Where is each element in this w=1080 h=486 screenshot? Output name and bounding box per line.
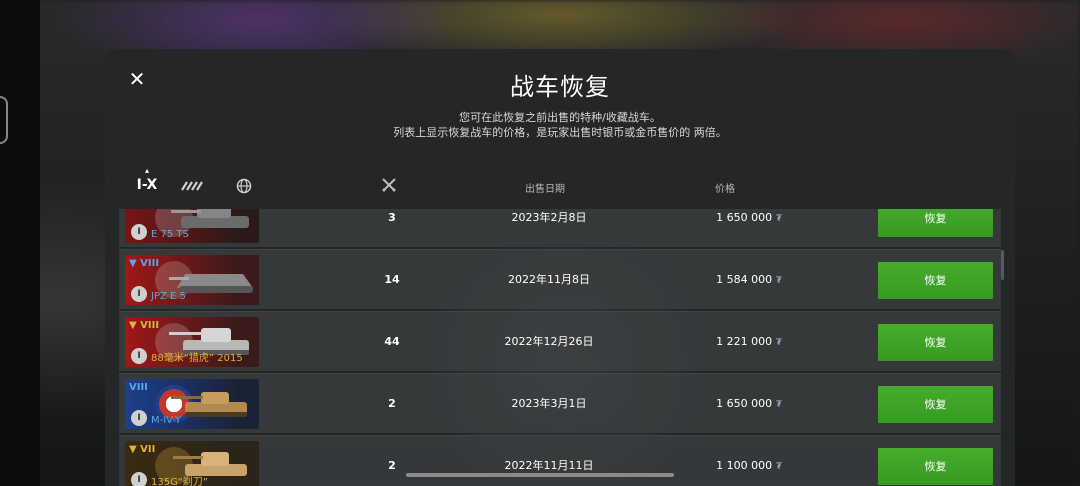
restore-button[interactable]: 恢复 <box>878 209 993 237</box>
mastery-badge: I <box>131 348 147 364</box>
silver-coin-icon: ₮ <box>776 214 782 224</box>
restore-price: 1 650 000 ₮ <box>679 374 819 434</box>
mastery-badge: I <box>131 224 147 240</box>
globe-icon[interactable] <box>233 178 255 194</box>
crossed-swords-icon[interactable] <box>381 177 397 193</box>
battles-count: 3 <box>388 211 396 224</box>
list-item: ▼ VIII I JPZ E 5 14 2022年11月8日 1 584 000… <box>119 249 1001 309</box>
tank-card[interactable]: I E 75 TS <box>125 209 259 243</box>
tank-tier: VIII <box>129 382 148 393</box>
tier-filter-label: I-X <box>136 177 158 193</box>
tank-name: E 75 TS <box>151 229 189 240</box>
silver-coin-icon: ₮ <box>776 276 782 286</box>
vehicle-type-icon[interactable] <box>181 178 203 194</box>
list-item: VIII I M-IV-Y 2 2023年3月1日 1 650 000 ₮ 恢复 <box>119 373 1001 433</box>
price-value: 1 221 000 <box>716 335 773 348</box>
description-line-2: 列表上显示恢复战车的价格，是玩家出售时银币或金币售价的 两倍。 <box>393 126 727 139</box>
sale-date: 2023年2月8日 <box>511 211 587 224</box>
column-header-sale-date[interactable]: 出售日期 <box>525 180 565 195</box>
restore-price: 1 100 000 ₮ <box>679 436 819 486</box>
sale-date: 2022年11月11日 <box>504 459 594 472</box>
battles-count: 2 <box>388 459 396 472</box>
tank-card[interactable]: ▼ VIII I JPZ E 5 <box>125 255 259 305</box>
battles-count: 2 <box>388 397 396 410</box>
sale-date: 2022年11月8日 <box>508 273 590 286</box>
restore-price: 1 650 000 ₮ <box>679 209 819 248</box>
mastery-badge: I <box>131 286 147 302</box>
restore-button[interactable]: 恢复 <box>878 448 993 485</box>
tank-tier: ▼ VIII <box>129 320 160 331</box>
tank-name: JPZ E 5 <box>151 291 186 302</box>
silver-coin-icon: ₮ <box>776 462 782 472</box>
tank-list[interactable]: I E 75 TS 3 2023年2月8日 1 650 000 ₮ 恢复 ▼ VI… <box>119 209 1001 486</box>
price-value: 1 650 000 <box>716 211 773 224</box>
list-item: I E 75 TS 3 2023年2月8日 1 650 000 ₮ 恢复 <box>119 209 1001 247</box>
price-value: 1 650 000 <box>716 397 773 410</box>
column-header-price[interactable]: 价格 <box>715 180 735 195</box>
left-edge-strip <box>0 0 40 486</box>
sale-date: 2022年12月26日 <box>504 335 594 348</box>
description-line-1: 您可在此恢复之前出售的特种/收藏战车。 <box>459 111 661 124</box>
restore-button[interactable]: 恢复 <box>878 386 993 423</box>
dialog-title: 战车恢复 <box>510 73 610 101</box>
tank-name: 135G“剃刀” <box>151 477 208 486</box>
tank-card[interactable]: ▼ VIII I 88毫米“猎虎” 2015 <box>125 317 259 367</box>
price-value: 1 584 000 <box>716 273 773 286</box>
tank-image <box>171 392 247 417</box>
dialog-description: 您可在此恢复之前出售的特种/收藏战车。 列表上显示恢复战车的价格，是玩家出售时银… <box>105 110 1015 140</box>
tank-name: M-IV-Y <box>151 415 181 426</box>
list-item: ▼ VIII I 88毫米“猎虎” 2015 44 2022年12月26日 1 … <box>119 311 1001 371</box>
tank-card[interactable]: VIII I M-IV-Y <box>125 379 259 429</box>
vertical-scrollbar[interactable] <box>1001 250 1004 280</box>
battles-count: 44 <box>384 335 400 348</box>
silver-coin-icon: ₮ <box>776 338 782 348</box>
restore-button[interactable]: 恢复 <box>878 324 993 361</box>
price-value: 1 100 000 <box>716 459 773 472</box>
list-item: ▼ VII I 135G“剃刀” 2 2022年11月11日 1 100 000… <box>119 435 1001 486</box>
mastery-badge: I <box>131 410 147 426</box>
mastery-badge: I <box>131 472 147 486</box>
restore-price: 1 221 000 ₮ <box>679 312 819 372</box>
tank-name: 88毫米“猎虎” 2015 <box>151 353 243 364</box>
tank-card[interactable]: ▼ VII I 135G“剃刀” <box>125 441 259 486</box>
restore-button[interactable]: 恢复 <box>878 262 993 299</box>
side-handle[interactable] <box>0 96 8 144</box>
tier-sort-caret-icon: ▴ <box>144 166 149 175</box>
battles-count: 14 <box>384 273 400 286</box>
tank-tier: ▼ VII <box>129 444 156 455</box>
sale-date: 2023年3月1日 <box>511 397 587 410</box>
home-indicator-bar[interactable] <box>406 473 674 477</box>
tank-tier: ▼ VIII <box>129 258 160 269</box>
silver-coin-icon: ₮ <box>776 400 782 410</box>
tier-filter-button[interactable]: ▴ I-X <box>135 166 159 194</box>
tank-restore-dialog: ✕ 战车恢复 您可在此恢复之前出售的特种/收藏战车。 列表上显示恢复战车的价格，… <box>105 49 1015 486</box>
restore-price: 1 584 000 ₮ <box>679 250 819 310</box>
